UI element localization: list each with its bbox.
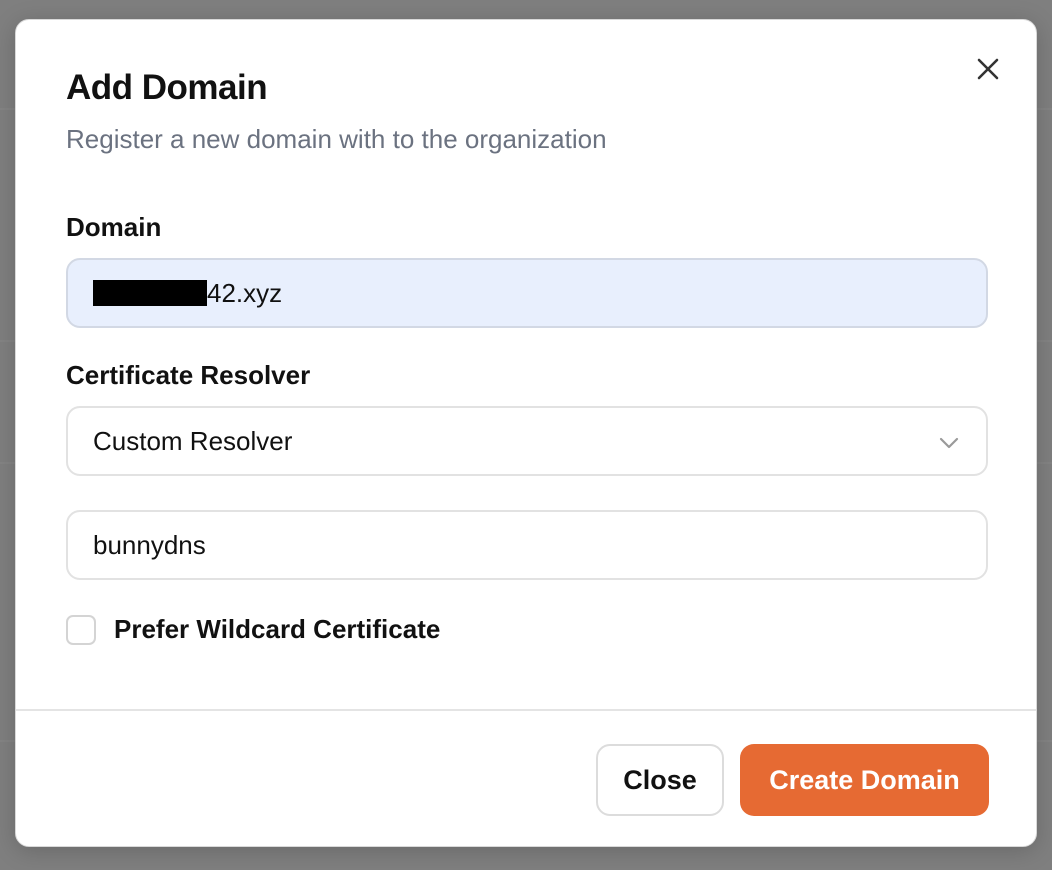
custom-resolver-input[interactable] <box>66 510 988 580</box>
certificate-resolver-select[interactable]: Custom Resolver <box>66 406 988 476</box>
dialog-title: Add Domain <box>66 68 268 107</box>
chevron-down-icon <box>938 426 960 457</box>
custom-resolver-text[interactable] <box>93 529 986 561</box>
domain-label: Domain <box>66 212 162 242</box>
redacted-block <box>93 280 207 306</box>
certificate-resolver-label: Certificate Resolver <box>66 360 311 390</box>
domain-field[interactable]: 42.xyz <box>66 258 988 328</box>
domain-value-suffix: 42.xyz <box>207 277 283 308</box>
wildcard-checkbox-label[interactable]: Prefer Wildcard Certificate <box>114 614 440 645</box>
wildcard-checkbox[interactable] <box>66 615 96 645</box>
footer-divider <box>16 709 1036 711</box>
certificate-resolver-value: Custom Resolver <box>93 425 293 456</box>
dialog-subtitle: Register a new domain with to the organi… <box>66 124 607 154</box>
create-domain-button[interactable]: Create Domain <box>740 744 989 816</box>
close-icon[interactable] <box>974 55 1002 83</box>
add-domain-dialog: Add Domain Register a new domain with to… <box>15 19 1037 847</box>
domain-value: 42.xyz <box>93 278 282 309</box>
close-button[interactable]: Close <box>596 744 724 816</box>
